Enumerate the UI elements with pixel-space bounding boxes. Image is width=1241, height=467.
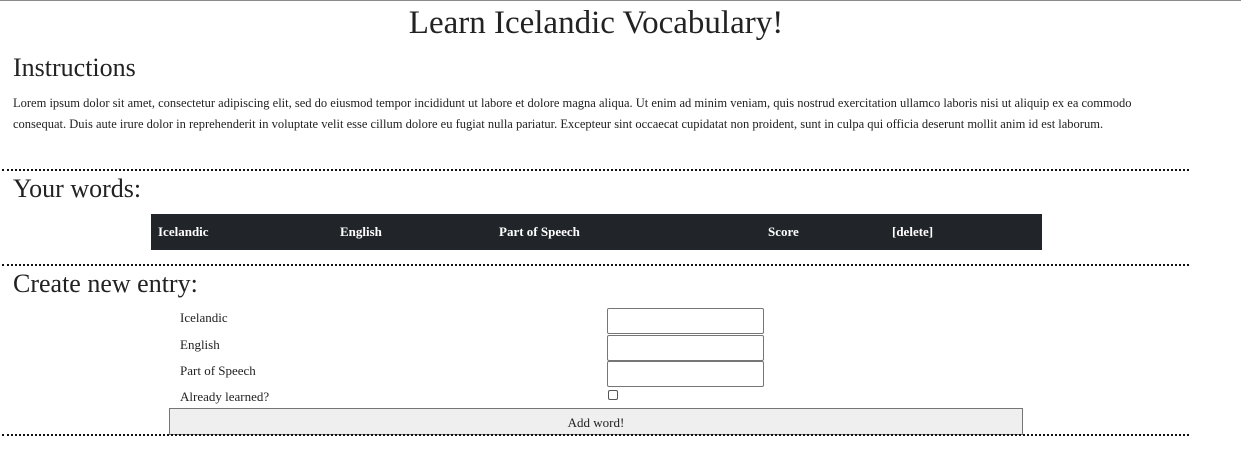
words-table: Icelandic English Part of Speech Score […: [151, 214, 1042, 250]
icelandic-label: Icelandic: [180, 310, 228, 325]
top-border: [0, 0, 1241, 1]
part-of-speech-input[interactable]: [607, 361, 764, 387]
instructions-text: Lorem ipsum dolor sit amet, consectetur …: [13, 96, 1132, 131]
column-header-delete: [delete]: [892, 224, 934, 239]
words-heading: Your words:: [13, 174, 142, 203]
section-divider: [2, 264, 1189, 266]
section-divider: [2, 434, 1189, 436]
add-word-button[interactable]: Add word!: [169, 408, 1023, 435]
column-header-part-of-speech: Part of Speech: [499, 224, 580, 239]
already-learned-checkbox[interactable]: [608, 390, 618, 400]
english-input[interactable]: [607, 335, 764, 361]
icelandic-input[interactable]: [607, 308, 764, 334]
column-header-score: Score: [768, 224, 799, 239]
already-learned-label: Already learned?: [180, 389, 270, 404]
section-divider: [2, 169, 1189, 171]
instructions-heading: Instructions: [13, 53, 136, 82]
english-label: English: [180, 337, 220, 352]
table-header-row: Icelandic English Part of Speech Score […: [151, 214, 1042, 250]
column-header-english: English: [340, 224, 382, 239]
page-title: Learn Icelandic Vocabulary!: [408, 5, 784, 41]
column-header-icelandic: Icelandic: [158, 224, 209, 239]
part-of-speech-label: Part of Speech: [180, 363, 256, 378]
create-heading: Create new entry:: [13, 269, 198, 298]
